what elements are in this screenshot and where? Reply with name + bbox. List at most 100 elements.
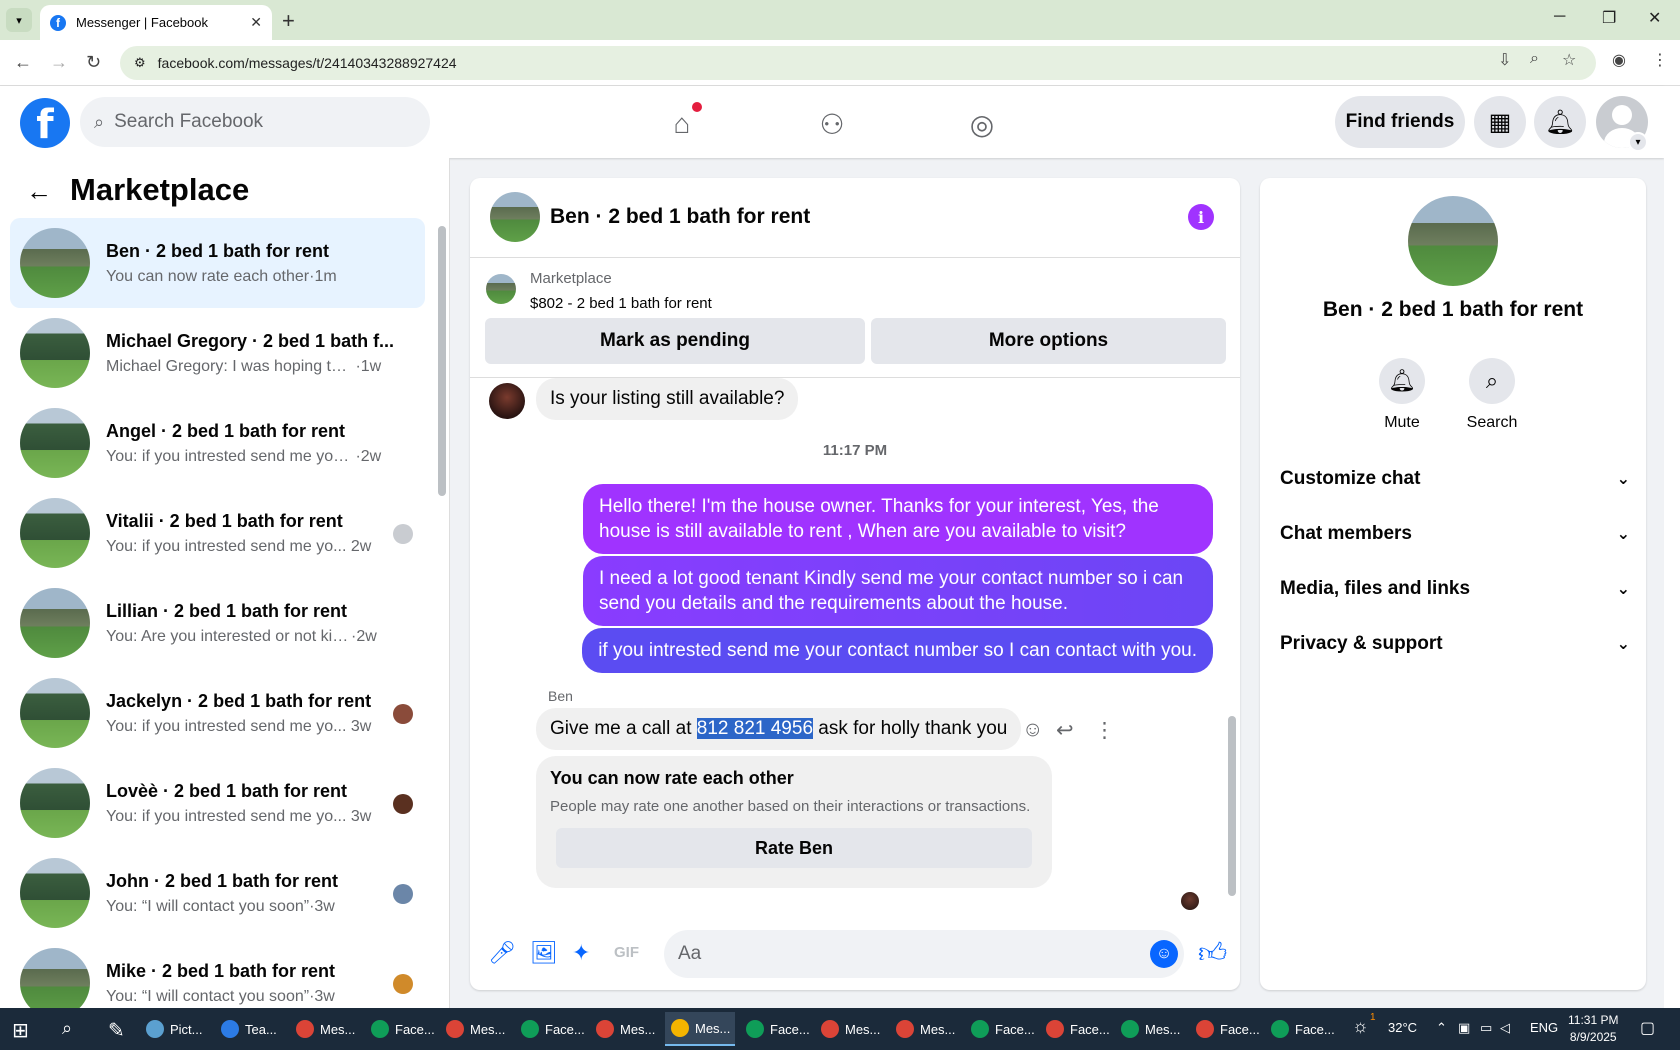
taskbar-item[interactable]: Face...: [740, 1012, 810, 1046]
conversation-item-ben[interactable]: Ben · 2 bed 1 bath for rent You can now …: [10, 218, 425, 308]
taskbar-item[interactable]: Mes...: [815, 1012, 885, 1046]
conversation-item-john[interactable]: John · 2 bed 1 bath for rent You: “I wil…: [10, 848, 425, 938]
incoming-message[interactable]: Give me a call at 812 821 4956 ask for h…: [536, 708, 1022, 750]
message-input[interactable]: Aa: [664, 930, 1184, 978]
weather-temp[interactable]: 32°C: [1388, 1020, 1417, 1035]
menu-grid-icon[interactable]: ▦: [1474, 96, 1526, 148]
profile-icon[interactable]: ◉: [1612, 50, 1626, 70]
conversation-item-lillian[interactable]: Lillian · 2 bed 1 bath for rent You: Are…: [10, 578, 425, 668]
taskbar-item[interactable]: Mes...: [590, 1012, 660, 1046]
zoom-icon[interactable]: ⌕: [1530, 50, 1539, 68]
chat-title[interactable]: Ben · 2 bed 1 bath for rent: [550, 205, 810, 229]
site-info-icon[interactable]: ⚙: [134, 55, 146, 71]
search-facebook-input[interactable]: ⌕ Search Facebook: [80, 97, 430, 147]
incoming-message[interactable]: Is your listing still available?: [536, 378, 799, 420]
outgoing-message[interactable]: I need a lot good tenant Kindly send me …: [583, 556, 1213, 626]
thumbs-up-icon[interactable]: 👍︎: [1198, 936, 1227, 970]
notifications-bell-icon[interactable]: 🔔︎: [1534, 96, 1586, 148]
chat-scrollbar[interactable]: [1228, 386, 1236, 906]
restore-button[interactable]: ❐: [1602, 8, 1616, 28]
mark-as-pending-button[interactable]: Mark as pending: [485, 318, 865, 364]
friends-icon[interactable]: ⚇: [812, 104, 852, 144]
chevron-down-icon[interactable]: ▾: [1628, 132, 1648, 152]
conversation-name: Mike · 2 bed 1 bath for rent: [106, 960, 336, 981]
reply-icon[interactable]: ↩: [1056, 718, 1074, 743]
bell-icon: 🔔︎: [1379, 358, 1425, 404]
taskbar-item[interactable]: Mes...: [890, 1012, 960, 1046]
back-icon[interactable]: ←: [14, 52, 32, 73]
notification-center-icon[interactable]: ▢: [1640, 1018, 1655, 1038]
install-app-icon[interactable]: ⇩: [1498, 50, 1511, 70]
taskbar-item[interactable]: Tea...: [215, 1012, 285, 1046]
taskbar-item[interactable]: Face...: [1265, 1012, 1335, 1046]
more-options-button[interactable]: More options: [871, 318, 1226, 364]
taskbar-item[interactable]: Pict...: [140, 1012, 210, 1046]
taskbar-item[interactable]: Face...: [1190, 1012, 1260, 1046]
gif-icon[interactable]: GIF: [614, 944, 639, 961]
privacy-support-section[interactable]: Privacy & support ⌄: [1280, 626, 1630, 662]
new-tab-button[interactable]: +: [282, 8, 295, 34]
rate-ben-button[interactable]: Rate Ben: [556, 828, 1032, 868]
more-actions-icon[interactable]: ⋮: [1094, 718, 1115, 743]
tab-search-dropdown-icon[interactable]: ▾: [6, 8, 32, 32]
groups-icon[interactable]: ◎: [962, 104, 1002, 144]
tray-app-icon[interactable]: ▣: [1458, 1020, 1470, 1036]
chat-members-section[interactable]: Chat members ⌄: [1280, 516, 1630, 552]
photo-icon[interactable]: 🖼︎: [530, 940, 558, 966]
facebook-logo-icon[interactable]: f: [20, 98, 70, 148]
windows-start-icon[interactable]: ⊞: [12, 1018, 29, 1043]
forward-icon[interactable]: →: [50, 52, 68, 73]
bookmark-star-icon[interactable]: ☆: [1562, 50, 1576, 70]
conversation-item-michael[interactable]: Michael Gregory · 2 bed 1 bath f... Mich…: [10, 308, 425, 398]
taskbar-search-icon[interactable]: ⌕: [62, 1018, 72, 1039]
taskbar-item[interactable]: Mes...: [440, 1012, 510, 1046]
listing-price[interactable]: $802 - 2 bed 1 bath for rent: [530, 295, 712, 312]
outgoing-message[interactable]: Hello there! I'm the house owner. Thanks…: [583, 484, 1213, 554]
sticker-icon[interactable]: ✦: [572, 940, 590, 966]
minimize-button[interactable]: ─: [1554, 8, 1565, 26]
chat-avatar[interactable]: [490, 192, 540, 242]
close-window-button[interactable]: ✕: [1648, 8, 1661, 28]
section-label: Chat members: [1280, 523, 1412, 544]
taskbar-item[interactable]: Face...: [365, 1012, 435, 1046]
page-scrollbar[interactable]: [1664, 86, 1680, 1008]
taskbar-item[interactable]: Face...: [515, 1012, 585, 1046]
taskbar-item[interactable]: Mes...: [1115, 1012, 1185, 1046]
conversation-item-jackelyn[interactable]: Jackelyn · 2 bed 1 bath for rent You: if…: [10, 668, 425, 758]
taskbar-item[interactable]: Face...: [1040, 1012, 1110, 1046]
url-field[interactable]: ⚙ facebook.com/messages/t/24140343288927…: [120, 46, 1596, 80]
paint-app-icon[interactable]: ✎: [108, 1018, 125, 1043]
taskbar-item-active[interactable]: Mes...: [665, 1012, 735, 1046]
language-indicator[interactable]: ENG: [1530, 1020, 1558, 1035]
volume-icon[interactable]: ◁: [1500, 1020, 1510, 1036]
weather-icon[interactable]: ☼: [1352, 1016, 1369, 1037]
close-tab-icon[interactable]: ✕: [250, 14, 262, 31]
emoji-icon[interactable]: ☺: [1150, 940, 1178, 968]
conversation-item-vitalii[interactable]: Vitalii · 2 bed 1 bath for rent You: if …: [10, 488, 425, 578]
search-conversation-button[interactable]: ⌕ Search: [1447, 358, 1537, 432]
react-emoji-icon[interactable]: ☺: [1022, 718, 1043, 742]
contact-avatar[interactable]: [1408, 196, 1498, 286]
conversation-time: 3w: [350, 807, 372, 825]
listing-thumbnail[interactable]: [486, 274, 516, 304]
conversation-item-lovee[interactable]: Lovèè · 2 bed 1 bath for rent You: if yo…: [10, 758, 425, 848]
find-friends-button[interactable]: Find friends: [1335, 96, 1465, 148]
customize-chat-section[interactable]: Customize chat ⌄: [1280, 461, 1630, 497]
back-arrow-icon[interactable]: ←: [26, 176, 52, 207]
media-files-links-section[interactable]: Media, files and links ⌄: [1280, 571, 1630, 607]
conversation-item-angel[interactable]: Angel · 2 bed 1 bath for rent You: if yo…: [10, 398, 425, 488]
taskbar-clock[interactable]: 11:31 PM 8/9/2025: [1568, 1012, 1618, 1046]
menu-dots-icon[interactable]: ⋮: [1652, 50, 1668, 70]
sidebar-scrollbar[interactable]: [438, 220, 446, 1010]
message-text: ask for holly thank you: [813, 718, 1008, 739]
reload-icon[interactable]: ↻: [86, 52, 101, 73]
taskbar-item[interactable]: Mes...: [290, 1012, 360, 1046]
show-hidden-icons-icon[interactable]: ⌃: [1436, 1020, 1447, 1036]
taskbar-item[interactable]: Face...: [965, 1012, 1035, 1046]
microphone-icon[interactable]: 🎤︎: [488, 940, 516, 966]
mute-button[interactable]: 🔔︎ Mute: [1357, 358, 1447, 432]
info-icon[interactable]: i: [1188, 204, 1214, 230]
network-icon[interactable]: ▭: [1480, 1020, 1492, 1036]
outgoing-message[interactable]: if you intrested send me your contact nu…: [582, 628, 1213, 673]
browser-tab[interactable]: f Messenger | Facebook ✕: [40, 5, 272, 40]
